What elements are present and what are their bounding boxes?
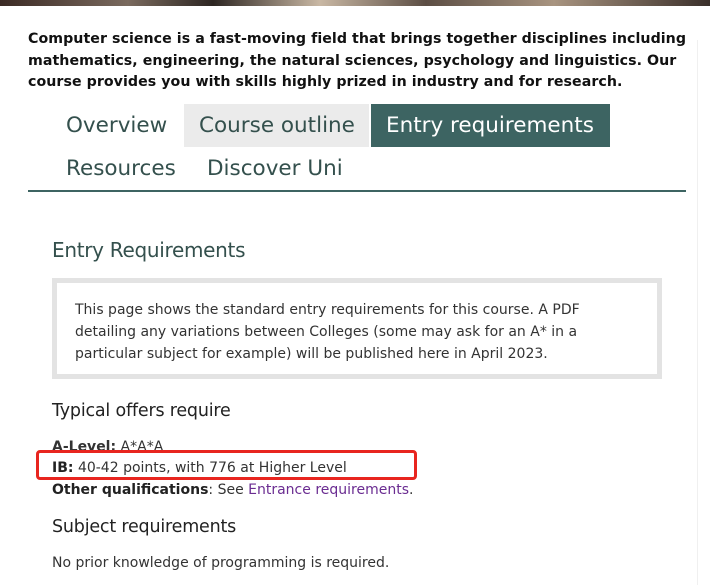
- course-intro: Computer science is a fast-moving field …: [28, 31, 687, 90]
- a-level-value: A*A*A: [120, 439, 164, 450]
- ib-highlight-box: [36, 450, 417, 480]
- other-qualifications-label: Other qualifications: [52, 482, 209, 498]
- page-edge-divider: [697, 40, 698, 585]
- tab-resources[interactable]: Resources: [51, 147, 192, 190]
- entry-notice-box: This page shows the standard entry requi…: [52, 278, 662, 379]
- tab-overview[interactable]: Overview: [51, 104, 182, 147]
- hero-image-strip: [0, 0, 710, 6]
- typical-offers-heading: Typical offers require: [52, 401, 231, 421]
- entrance-requirements-link[interactable]: Entrance requirements: [248, 482, 409, 498]
- subject-requirements-heading: Subject requirements: [52, 517, 237, 537]
- tabs-divider: [28, 190, 686, 192]
- tab-entry-requirements[interactable]: Entry requirements: [371, 104, 610, 147]
- entry-notice-text: This page shows the standard entry requi…: [75, 302, 580, 362]
- section-title: Entry Requirements: [52, 238, 246, 262]
- tab-course-outline[interactable]: Course outline: [184, 104, 369, 147]
- other-qualifications-line: Other qualifications: See Entrance requi…: [52, 482, 413, 498]
- tab-discover-uni[interactable]: Discover Uni: [192, 147, 352, 190]
- other-qualifications-end: .: [409, 482, 414, 498]
- course-tabs: Overview Course outline Entry requiremen…: [28, 104, 686, 192]
- subject-requirements-text: No prior knowledge of programming is req…: [52, 555, 390, 571]
- other-qualifications-sep: : See: [208, 482, 244, 498]
- a-level-line: A-Level: A*A*A: [52, 438, 163, 450]
- a-level-label: A-Level:: [52, 439, 117, 450]
